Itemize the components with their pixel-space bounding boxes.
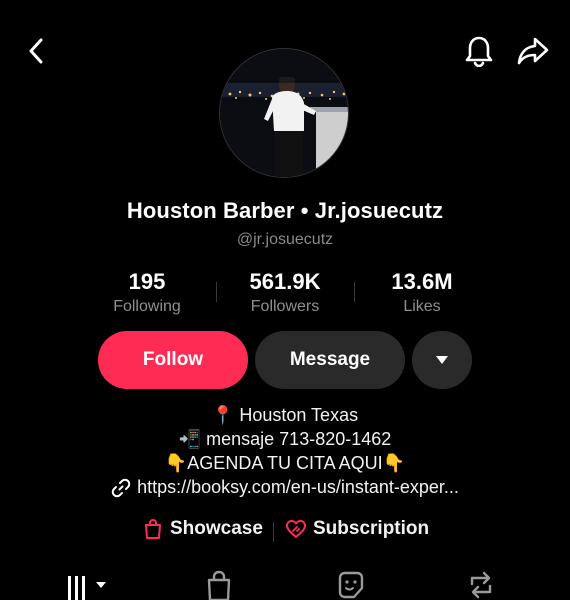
avatar[interactable] [219,48,349,178]
followers-count: 561.9K [249,269,321,294]
likes-count: 13.6M [391,269,453,294]
sticker-icon [336,570,366,600]
bag-icon [205,570,233,600]
showcase-link[interactable]: Showcase [144,518,263,540]
subscription-link[interactable]: Subscription [285,518,429,540]
stat-followers[interactable]: 561.9K Followers [215,268,355,318]
caret-down-icon [435,355,449,365]
following-label: Following [113,298,181,315]
bio-cta: 👇AGENDA TU CITA AQUI👇 [164,453,406,473]
chevron-left-icon [28,38,44,64]
bio-contact: 📲 mensaje 713-820-1462 [178,429,392,449]
likes-label: Likes [403,298,441,315]
videos-grid-icon [66,570,112,600]
tab-videos[interactable] [66,570,112,600]
link-icon [111,478,131,498]
bio-location: 📍 Houston Texas [211,405,359,425]
follow-button[interactable]: Follow [98,331,248,389]
following-count: 195 [128,269,166,294]
username-handle: @jr.josuecutz [236,231,334,248]
shopping-bag-icon [144,519,162,539]
repost-icon [466,570,496,600]
followers-label: Followers [250,298,320,315]
bio-link-text: https://booksy.com/en-us/instant-exper..… [137,477,459,497]
heart-badge-icon [285,519,307,539]
notification-button[interactable] [462,34,496,68]
back-button[interactable] [22,36,50,66]
share-arrow-icon [516,36,550,66]
more-options-button[interactable] [412,331,472,389]
tab-shop[interactable] [205,570,233,600]
stat-following[interactable]: 195 Following [77,268,217,318]
showcase-label: Showcase [170,518,263,539]
bio-link[interactable]: https://booksy.com/en-us/instant-exper..… [0,477,570,498]
stat-likes[interactable]: 13.6M Likes [352,268,492,318]
subscription-label: Subscription [313,518,430,539]
message-button[interactable]: Message [255,331,405,389]
display-name: Houston Barber • Jr.josuecutz [126,198,444,223]
bell-icon [464,35,494,67]
tab-stickers[interactable] [336,570,366,600]
share-button[interactable] [515,34,551,68]
links-divider [273,522,274,542]
tab-reposts[interactable] [466,570,496,600]
